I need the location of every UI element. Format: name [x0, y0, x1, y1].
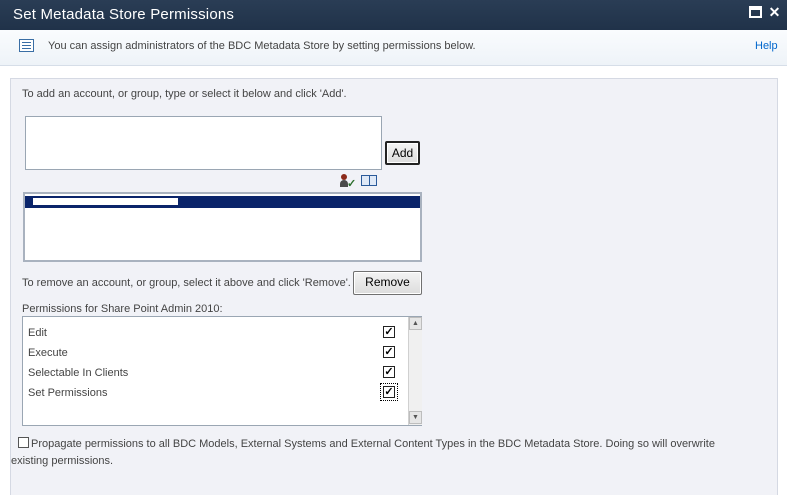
- permissions-scrollbar[interactable]: ▲ ▼: [408, 317, 422, 425]
- permission-label: Selectable In Clients: [28, 367, 129, 379]
- help-link[interactable]: Help: [755, 40, 778, 52]
- permissions-list: Edit ✓ Execute ✓ Selectable In Clients ✓…: [22, 316, 422, 426]
- scroll-down-icon[interactable]: ▼: [409, 411, 422, 424]
- permissions-heading: Permissions for Share Point Admin 2010:: [22, 303, 223, 315]
- remove-button[interactable]: Remove: [353, 271, 422, 295]
- permission-row-selectable: Selectable In Clients ✓: [28, 365, 398, 383]
- remove-instructions: To remove an account, or group, select i…: [22, 277, 351, 289]
- maximize-icon[interactable]: [749, 6, 762, 18]
- list-icon: [19, 39, 34, 52]
- list-item[interactable]: [25, 196, 420, 208]
- info-bar: You can assign administrators of the BDC…: [0, 30, 787, 66]
- permission-checkbox-set-permissions[interactable]: ✓: [380, 383, 398, 401]
- scroll-up-icon[interactable]: ▲: [409, 317, 422, 330]
- permission-checkbox-execute[interactable]: ✓: [383, 346, 395, 358]
- permission-label: Execute: [28, 347, 68, 359]
- permission-checkbox-selectable[interactable]: ✓: [383, 366, 395, 378]
- permission-row-execute: Execute ✓: [28, 345, 398, 363]
- permission-label: Edit: [28, 327, 47, 339]
- permissions-panel: To add an account, or group, type or sel…: [10, 78, 778, 495]
- add-instructions: To add an account, or group, type or sel…: [22, 88, 347, 100]
- info-text: You can assign administrators of the BDC…: [48, 40, 476, 52]
- close-icon[interactable]: ✕: [768, 5, 781, 19]
- redacted-username: [33, 198, 178, 205]
- address-book-icon[interactable]: [361, 175, 377, 186]
- account-input[interactable]: [25, 116, 382, 170]
- add-button[interactable]: Add: [385, 141, 420, 165]
- propagate-label: Propagate permissions to all BDC Models,…: [11, 438, 715, 467]
- permission-row-edit: Edit ✓: [28, 325, 398, 343]
- dialog-titlebar: Set Metadata Store Permissions ✕: [0, 0, 787, 30]
- dialog-title: Set Metadata Store Permissions: [13, 6, 235, 23]
- check-names-icon[interactable]: ✓: [340, 174, 356, 190]
- permission-row-set-permissions: Set Permissions ✓: [28, 383, 398, 403]
- permission-label: Set Permissions: [28, 387, 108, 399]
- accounts-list[interactable]: [23, 192, 422, 262]
- permission-checkbox-edit[interactable]: ✓: [383, 326, 395, 338]
